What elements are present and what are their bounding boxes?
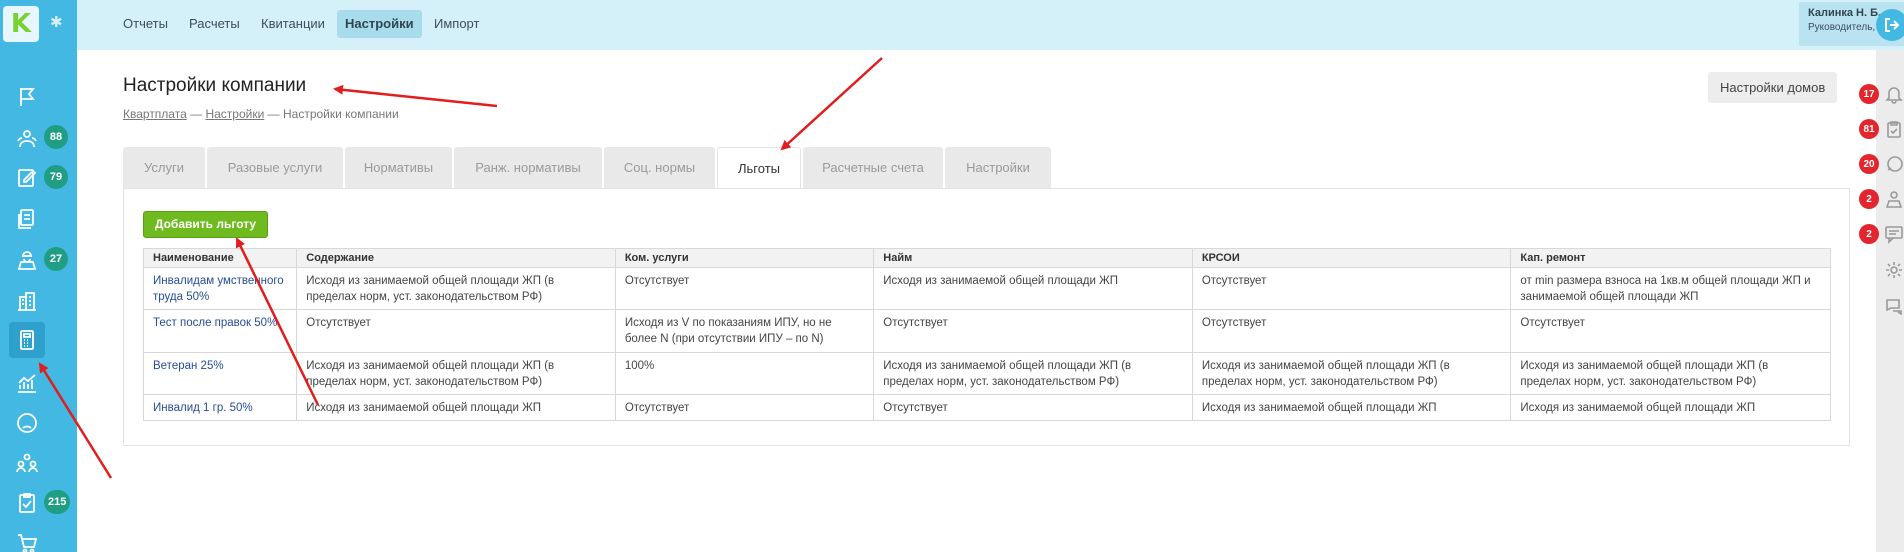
table-row[interactable]: Инвалидам умственного труда 50% Исходя и… <box>142 267 1831 310</box>
tab-services[interactable]: Услуги <box>123 147 205 188</box>
table-cell: Отсутствует <box>873 394 1193 421</box>
calculator-icon[interactable] <box>9 322 45 358</box>
breadcrumb-kvartplata[interactable]: Квартплата <box>123 107 187 121</box>
support-chat-icon[interactable] <box>1884 295 1904 316</box>
logout-icon <box>1885 18 1900 32</box>
nav-import[interactable]: Импорт <box>426 10 487 38</box>
app-logo[interactable]: K <box>3 6 39 42</box>
sad-face-icon[interactable] <box>12 408 42 438</box>
left-sidebar: K ✱ 88 79 27 215 <box>0 0 77 552</box>
benefits-table: Наименование Содержание Ком. услуги Найм… <box>142 248 1831 421</box>
flag-icon[interactable] <box>12 82 42 112</box>
column-header[interactable]: Ком. услуги <box>614 248 875 268</box>
table-cell: Исходя из занимаемой общей площади ЖП (в… <box>1191 352 1512 395</box>
table-cell: Отсутствует <box>873 309 1193 353</box>
benefit-name-link[interactable]: Ветеран 25% <box>142 352 298 395</box>
table-cell: Отсутствует <box>614 394 875 421</box>
edit-count-badge: 79 <box>44 165 68 189</box>
team-icon[interactable] <box>12 448 42 478</box>
nav-calculations[interactable]: Расчеты <box>181 10 248 38</box>
column-header[interactable]: КРСОИ <box>1191 248 1512 268</box>
pin-icon[interactable]: ✱ <box>50 13 63 31</box>
table-cell: Исходя из занимаемой общей площади ЖП (в… <box>873 352 1193 395</box>
gear-icon[interactable] <box>1884 260 1904 280</box>
right-sidebar <box>1876 50 1904 552</box>
table-row[interactable]: Ветеран 25% Исходя из занимаемой общей п… <box>142 352 1831 395</box>
analytics-chart-icon[interactable] <box>12 368 42 398</box>
worker-count-badge: 27 <box>44 247 68 271</box>
chat-bubble-icon[interactable] <box>1884 154 1904 174</box>
table-cell: от min размера взноса на 1кв.м общей пло… <box>1510 267 1831 310</box>
table-cell: Отсутствует <box>1191 267 1512 310</box>
page-title: Настройки компании <box>123 75 307 96</box>
table-cell: Исходя из занимаемой общей площади ЖП <box>1191 394 1512 421</box>
nav-settings[interactable]: Настройки <box>337 10 422 38</box>
edit-document-icon[interactable] <box>12 163 42 193</box>
app-root: K ✱ 88 79 27 215 Отчеты Расчеты Квитанци… <box>0 0 1904 552</box>
operator-badge: 2 <box>1859 189 1879 209</box>
tab-norms[interactable]: Нормативы <box>345 147 452 188</box>
breadcrumb-separator: — <box>267 107 280 121</box>
breadcrumb-settings[interactable]: Настройки <box>205 107 264 121</box>
tab-social-norms[interactable]: Соц. нормы <box>604 147 715 188</box>
tab-ranked-norms[interactable]: Ранж. нормативы <box>454 147 602 188</box>
table-cell: Исходя из V по показаниям ИПУ, но не бол… <box>614 309 875 353</box>
table-header-row: Наименование Содержание Ком. услуги Найм… <box>142 248 1831 268</box>
logo-letter: K <box>10 9 32 39</box>
table-cell: Отсутствует <box>1510 309 1831 353</box>
tab-settings[interactable]: Настройки <box>945 147 1051 188</box>
bell-icon[interactable] <box>1884 84 1904 104</box>
benefit-name-link[interactable]: Инвалидам умственного труда 50% <box>142 267 298 310</box>
clipboard-icon[interactable] <box>1884 119 1904 139</box>
breadcrumb-separator: — <box>190 107 203 121</box>
tasks-badge: 81 <box>1859 119 1879 139</box>
top-navigation: Отчеты Расчеты Квитанции Настройки Импор… <box>77 0 1904 50</box>
add-benefit-button[interactable]: Добавить льготу <box>143 211 268 238</box>
table-cell: Отсутствует <box>1191 309 1512 353</box>
clipboard-check-icon[interactable] <box>12 488 42 518</box>
table-cell: Исходя из занимаемой общей площади ЖП (в… <box>296 352 616 395</box>
people-count-badge: 88 <box>44 125 68 149</box>
tab-benefits[interactable]: Льготы <box>717 147 801 190</box>
houses-settings-button[interactable]: Настройки домов <box>1708 72 1838 103</box>
table-cell: Отсутствует <box>614 267 875 310</box>
worker-icon[interactable] <box>12 245 42 275</box>
column-header[interactable]: Наименование <box>142 248 298 268</box>
arrow-to-title <box>333 84 498 108</box>
benefit-name-link[interactable]: Тест после правок 50% <box>142 309 298 353</box>
table-cell: Исходя из занимаемой общей площади ЖП <box>1510 394 1831 421</box>
table-cell: Отсутствует <box>296 309 616 353</box>
column-header[interactable]: Содержание <box>296 248 616 268</box>
documents-icon[interactable] <box>12 204 42 234</box>
benefit-name-link[interactable]: Инвалид 1 гр. 50% <box>142 394 298 421</box>
table-row[interactable]: Инвалид 1 гр. 50% Исходя из занимаемой о… <box>142 394 1831 421</box>
tab-bank-accounts[interactable]: Расчетные счета <box>803 147 943 188</box>
people-group-icon[interactable] <box>12 124 42 154</box>
column-header[interactable]: Найм <box>873 248 1193 268</box>
nav-reports[interactable]: Отчеты <box>115 10 176 38</box>
table-cell: Исходя из занимаемой общей площади ЖП <box>296 394 616 421</box>
table-cell: Исходя из занимаемой общей площади ЖП (в… <box>1510 352 1831 395</box>
breadcrumb-current: Настройки компании <box>282 107 399 121</box>
tasks-count-badge: 215 <box>44 490 71 514</box>
table-row[interactable]: Тест после правок 50% Отсутствует Исходя… <box>142 309 1831 353</box>
message-icon[interactable] <box>1884 224 1904 244</box>
table-cell: Исходя из занимаемой общей площади ЖП <box>873 267 1193 310</box>
cart-icon[interactable] <box>12 528 42 552</box>
messages-badge: 2 <box>1859 224 1879 244</box>
nav-receipts[interactable]: Квитанции <box>253 10 333 38</box>
table-cell: 100% <box>614 352 875 395</box>
table-cell: Исходя из занимаемой общей площади ЖП (в… <box>296 267 616 310</box>
operator-icon[interactable] <box>1884 189 1904 209</box>
arrow-to-benefits-tab <box>780 57 883 151</box>
logout-button[interactable] <box>1876 9 1904 41</box>
buildings-icon[interactable] <box>12 286 42 316</box>
tab-one-time-services[interactable]: Разовые услуги <box>207 147 343 188</box>
chats-badge: 20 <box>1859 154 1879 174</box>
notifications-badge: 17 <box>1859 84 1879 104</box>
breadcrumb: Квартплата — Настройки — Настройки компа… <box>123 107 399 121</box>
column-header[interactable]: Кап. ремонт <box>1510 248 1831 268</box>
